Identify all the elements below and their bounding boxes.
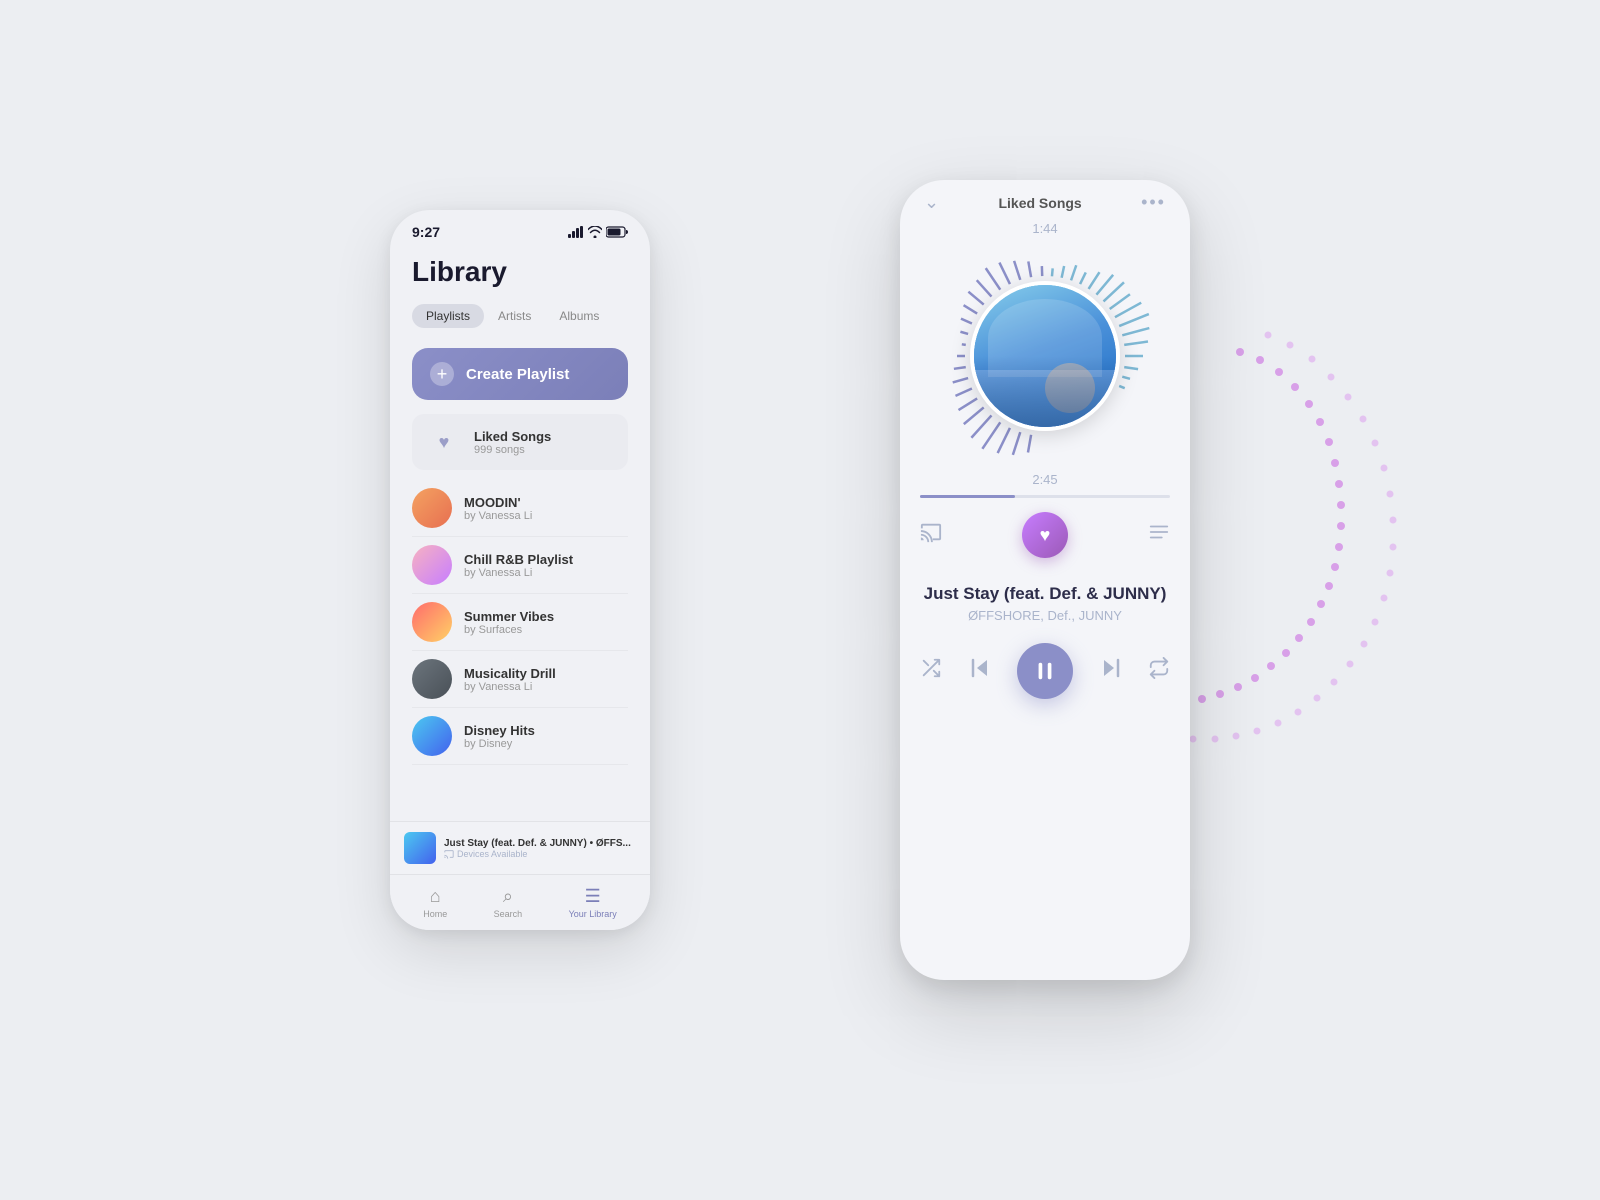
playlist-info-disney: Disney Hits by Disney	[464, 723, 535, 750]
liked-songs-count: 999 songs	[474, 444, 551, 456]
previous-button[interactable]	[968, 656, 992, 686]
playlist-name: MOODIN'	[464, 495, 532, 510]
playlist-name: Summer Vibes	[464, 609, 554, 624]
next-button[interactable]	[1099, 656, 1123, 686]
playlist-artist: by Vanessa Li	[464, 510, 532, 522]
progress-bar[interactable]	[920, 495, 1170, 498]
status-time: 9:27	[412, 224, 440, 240]
playback-controls	[920, 643, 1170, 699]
now-playing-device: Devices Available	[444, 849, 636, 859]
playlist-artist: by Vanessa Li	[464, 681, 556, 693]
now-playing-info: Just Stay (feat. Def. & JUNNY) • ØFFS...…	[444, 838, 636, 859]
album-photo	[974, 285, 1116, 427]
repeat-icon	[1148, 657, 1170, 679]
tab-albums[interactable]: Albums	[545, 304, 613, 328]
playlist-thumb-musicality	[412, 659, 452, 699]
device-label: Devices Available	[457, 849, 527, 859]
scene: 9:27	[350, 150, 1250, 1050]
playlist-name: Musicality Drill	[464, 666, 556, 681]
nav-home[interactable]: ⌂ Home	[423, 886, 447, 919]
album-art	[970, 281, 1120, 431]
playlist-info-chill: Chill R&B Playlist by Vanessa Li	[464, 552, 573, 579]
next-icon	[1099, 656, 1123, 680]
wifi-icon	[588, 226, 602, 238]
player-controls-row: ♥	[920, 512, 1170, 558]
playlist-name: Disney Hits	[464, 723, 535, 738]
nav-library-label: Your Library	[569, 909, 617, 919]
liked-songs-row[interactable]: ♥ Liked Songs 999 songs	[412, 414, 628, 470]
playlist-row[interactable]: Chill R&B Playlist by Vanessa Li	[412, 537, 628, 594]
album-art-area	[935, 246, 1155, 466]
cast-button[interactable]	[920, 521, 942, 549]
liked-heart-icon: ♥	[426, 424, 462, 460]
progress-track	[920, 495, 1170, 498]
create-playlist-button[interactable]: + Create Playlist	[412, 348, 628, 400]
playlist-info-moodin: MOODIN' by Vanessa Li	[464, 495, 532, 522]
previous-icon	[968, 656, 992, 680]
status-bar: 9:27	[390, 210, 650, 248]
player-screen-title: Liked Songs	[998, 195, 1081, 211]
playlist-row[interactable]: MOODIN' by Vanessa Li	[412, 480, 628, 537]
tab-artists[interactable]: Artists	[484, 304, 545, 328]
search-icon: ⌕	[503, 886, 513, 907]
create-playlist-label: Create Playlist	[466, 366, 569, 383]
heart-icon: ♥	[1040, 525, 1051, 546]
repeat-button[interactable]	[1148, 657, 1170, 685]
time-elapsed: 1:44	[1032, 221, 1057, 236]
nav-library[interactable]: ☰ Your Library	[569, 886, 617, 919]
cast-icon	[920, 521, 942, 543]
playlist-info-summer: Summer Vibes by Surfaces	[464, 609, 554, 636]
playlist-row[interactable]: Disney Hits by Disney	[412, 708, 628, 765]
playlist-thumb-moodin	[412, 488, 452, 528]
playlist-row[interactable]: Summer Vibes by Surfaces	[412, 594, 628, 651]
home-icon: ⌂	[430, 886, 441, 907]
play-pause-button[interactable]	[1017, 643, 1073, 699]
playlist-artist: by Vanessa Li	[464, 567, 573, 579]
now-playing-bar[interactable]: Just Stay (feat. Def. & JUNNY) • ØFFS...…	[390, 821, 650, 874]
library-icon: ☰	[585, 886, 601, 907]
playlist-artist: by Disney	[464, 738, 535, 750]
liked-songs-info: Liked Songs 999 songs	[474, 429, 551, 456]
now-playing-thumb	[404, 832, 436, 864]
plus-icon: +	[430, 362, 454, 386]
liked-songs-name: Liked Songs	[474, 429, 551, 444]
playlist-thumb-disney	[412, 716, 452, 756]
shuffle-icon	[920, 657, 942, 679]
tab-playlists[interactable]: Playlists	[412, 304, 484, 328]
queue-icon	[1148, 521, 1170, 543]
playlist-thumb-summer	[412, 602, 452, 642]
shuffle-button[interactable]	[920, 657, 942, 685]
song-artist: ØFFSHORE, Def., JUNNY	[968, 608, 1122, 623]
phone-player: ⌄ Liked Songs ••• 1:44	[900, 180, 1190, 980]
status-icons	[568, 226, 628, 238]
like-button[interactable]: ♥	[1022, 512, 1068, 558]
pause-icon	[1034, 660, 1056, 682]
phone-library: 9:27	[390, 210, 650, 930]
battery-icon	[606, 226, 628, 238]
library-title: Library	[412, 256, 628, 288]
playlist-name: Chill R&B Playlist	[464, 552, 573, 567]
now-playing-title: Just Stay (feat. Def. & JUNNY) • ØFFS...	[444, 838, 636, 849]
library-tabs: Playlists Artists Albums	[412, 304, 628, 328]
nav-home-label: Home	[423, 909, 447, 919]
playlist-info-musicality: Musicality Drill by Vanessa Li	[464, 666, 556, 693]
playlist-thumb-chill	[412, 545, 452, 585]
queue-button[interactable]	[1148, 521, 1170, 549]
playlist-artist: by Surfaces	[464, 624, 554, 636]
signal-icon	[568, 226, 584, 238]
nav-search[interactable]: ⌕ Search	[494, 886, 523, 919]
bottom-nav: ⌂ Home ⌕ Search ☰ Your Library	[390, 874, 650, 930]
player-header: ⌄ Liked Songs •••	[920, 192, 1170, 213]
song-title: Just Stay (feat. Def. & JUNNY)	[924, 584, 1167, 604]
playlist-row[interactable]: Musicality Drill by Vanessa Li	[412, 651, 628, 708]
more-options-icon[interactable]: •••	[1141, 192, 1166, 213]
cast-icon-small	[444, 849, 454, 859]
nav-search-label: Search	[494, 909, 523, 919]
chevron-down-icon[interactable]: ⌄	[924, 192, 939, 213]
progress-fill	[920, 495, 1015, 498]
time-total: 2:45	[1032, 472, 1057, 487]
